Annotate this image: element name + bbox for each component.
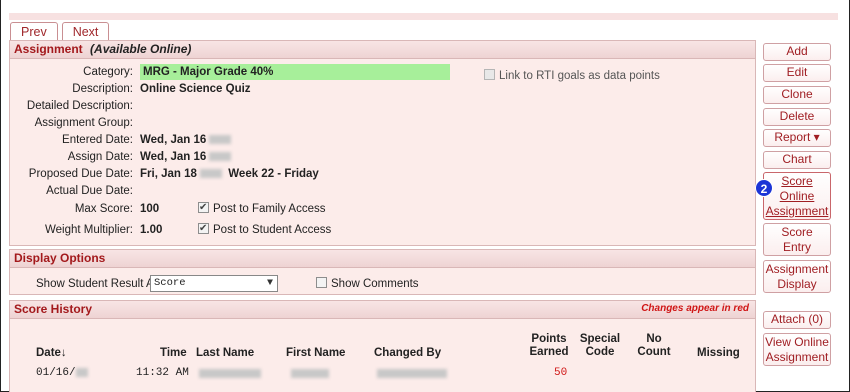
- weight-multiplier-label: Weight Multiplier:: [45, 224, 133, 236]
- post-student-label: Post to Student Access: [213, 224, 332, 236]
- assignment-display-button[interactable]: Assignment Display: [763, 260, 831, 293]
- show-result-value: Score: [154, 277, 186, 289]
- score-history-title: Score History: [14, 302, 93, 316]
- col-first-name: First Name: [286, 347, 346, 359]
- attach-button[interactable]: Attach (0): [763, 311, 831, 329]
- score-online-assignment-button[interactable]: Score Online Assignment: [763, 172, 831, 220]
- assignment-title: Assignment: [14, 42, 83, 56]
- col-no-count: No Count: [637, 333, 671, 358]
- show-comments-label: Show Comments: [331, 278, 419, 290]
- step-badge: 2: [755, 179, 773, 197]
- chevron-down-icon: ▼: [266, 278, 273, 289]
- post-family-row[interactable]: Post to Family Access: [198, 200, 326, 217]
- col-missing: Missing: [697, 347, 740, 359]
- col-last-name: Last Name: [196, 347, 255, 359]
- clone-button[interactable]: Clone: [763, 86, 831, 104]
- show-comments-row[interactable]: Show Comments: [316, 276, 419, 292]
- entered-date-label: Entered Date:: [62, 134, 133, 146]
- assignment-availability: (Available Online): [90, 42, 192, 56]
- proposed-due-date-value: Fri, Jan 18 Week 22 - Friday: [140, 168, 319, 180]
- show-result-label: Show Student Result As:: [36, 278, 163, 290]
- row-changed-by: [377, 369, 447, 378]
- assign-date-label: Assign Date:: [67, 151, 133, 163]
- row-time: 11:32 AM: [136, 367, 189, 379]
- post-student-row[interactable]: Post to Student Access: [198, 221, 332, 238]
- edit-button[interactable]: Edit: [763, 64, 831, 82]
- show-result-select[interactable]: Score ▼: [150, 275, 278, 292]
- view-online-assignment-button[interactable]: View Online Assignment: [763, 333, 831, 366]
- actual-due-date-label: Actual Due Date:: [46, 185, 133, 197]
- assignment-header: Assignment (Available Online): [10, 41, 755, 59]
- week-label: Week 22 - Friday: [228, 168, 319, 180]
- max-score-label: Max Score:: [74, 203, 133, 215]
- field-proposed-due-date: Proposed Due Date: Fri, Jan 18 Week 22 -…: [10, 166, 755, 182]
- max-score-value: 100: [140, 203, 160, 215]
- category-label: Category:: [83, 66, 133, 78]
- row-first-name: [291, 369, 329, 378]
- add-button[interactable]: Add: [763, 43, 831, 61]
- assignment-panel: Assignment (Available Online) Category: …: [9, 40, 756, 246]
- assign-date-value: Wed, Jan 16: [140, 149, 232, 165]
- field-entered-date: Entered Date: Wed, Jan 16: [10, 132, 755, 148]
- top-strip: [9, 13, 838, 20]
- row-date: 01/16/: [36, 367, 88, 379]
- col-special-code: Special Code: [579, 333, 621, 358]
- score-entry-button[interactable]: Score Entry: [763, 223, 831, 256]
- description-label: Description:: [72, 83, 133, 95]
- category-value: MRG - Major Grade 40%: [140, 64, 450, 80]
- col-date[interactable]: Date↓: [36, 347, 67, 360]
- field-actual-due-date: Actual Due Date:: [10, 183, 755, 199]
- field-weight-multiplier: Weight Multiplier: 1.00: [10, 222, 755, 238]
- report-button[interactable]: Report ▾: [763, 129, 831, 147]
- post-family-label: Post to Family Access: [213, 203, 326, 215]
- delete-button[interactable]: Delete: [763, 108, 831, 126]
- chart-button[interactable]: Chart: [763, 151, 831, 169]
- display-options-panel: Display Options Show Student Result As: …: [9, 249, 756, 295]
- entered-date-value: Wed, Jan 16: [140, 132, 232, 148]
- row-points: 50: [554, 367, 568, 379]
- weight-multiplier-value: 1.00: [140, 224, 163, 236]
- col-time: Time: [160, 347, 187, 359]
- action-sidebar: Add Edit Clone Delete Report ▾ Chart Sco…: [763, 0, 831, 392]
- proposed-due-date-label: Proposed Due Date:: [28, 168, 133, 180]
- field-max-score: Max Score: 100: [10, 201, 755, 217]
- description-value: Online Science Quiz: [140, 83, 251, 95]
- display-options-header: Display Options: [10, 250, 755, 268]
- show-comments-checkbox[interactable]: [316, 277, 327, 288]
- detailed-description-label: Detailed Description:: [26, 100, 133, 112]
- changes-note: Changes appear in red: [641, 303, 749, 314]
- post-family-checkbox[interactable]: [198, 200, 209, 216]
- field-description: Description: Online Science Quiz: [10, 81, 755, 97]
- field-assignment-group: Assignment Group:: [10, 115, 755, 131]
- col-points-earned: Points Earned: [529, 333, 569, 358]
- field-detailed-description: Detailed Description:: [10, 98, 755, 114]
- rti-checkbox[interactable]: [484, 69, 495, 80]
- col-changed-by: Changed By: [374, 347, 442, 359]
- score-history-panel: Score History Changes appear in red Date…: [9, 300, 756, 392]
- row-last-name: [199, 369, 261, 378]
- assignment-group-label: Assignment Group:: [34, 117, 133, 129]
- field-assign-date: Assign Date: Wed, Jan 16: [10, 149, 755, 165]
- post-student-checkbox[interactable]: [198, 221, 209, 237]
